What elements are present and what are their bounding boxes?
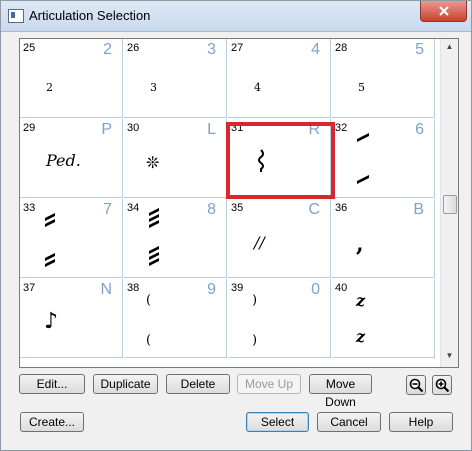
articulation-cell-27[interactable]: 27 4 4 [228, 39, 331, 118]
cell-shortcut-key: 7 [103, 201, 112, 218]
tremolo-triple-symbol [149, 208, 159, 266]
delete-button[interactable]: Delete [166, 374, 230, 394]
articulation-symbol: 4 [254, 81, 261, 94]
cell-shortcut-key: P [101, 121, 112, 138]
articulation-symbol: 5 [358, 81, 365, 94]
articulation-cell-39[interactable]: 39 0 ) ) [228, 279, 331, 358]
cell-number: 35 [231, 202, 244, 214]
close-paren-symbol: ) [252, 293, 258, 308]
zoom-out-icon [409, 378, 424, 393]
cell-number: 32 [335, 122, 348, 134]
cell-shortcut-key: 4 [311, 41, 320, 58]
tremolo-single-symbol [357, 133, 369, 184]
move-down-button[interactable]: Move Down [309, 374, 372, 409]
cell-shortcut-key: 3 [207, 41, 216, 58]
cell-shortcut-key: 5 [415, 41, 424, 58]
cell-shortcut-key: 2 [103, 41, 112, 58]
articulation-cell-32[interactable]: 32 6 [332, 119, 435, 198]
cell-number: 38 [127, 282, 140, 294]
articulation-cell-35[interactable]: 35 C // [228, 199, 331, 278]
articulation-selection-dialog: Articulation Selection 25 2 2 26 3 3 27 … [0, 0, 472, 451]
pedal-symbol: Ped. [46, 151, 81, 170]
articulation-cell-33[interactable]: 33 7 [20, 199, 123, 278]
cell-shortcut-key: C [308, 201, 320, 218]
scrollbar-thumb[interactable] [443, 195, 457, 214]
close-icon [438, 6, 449, 16]
cell-number: 29 [23, 122, 36, 134]
open-paren-symbol: ( [146, 293, 152, 308]
close-paren-symbol: ) [252, 333, 258, 348]
articulation-symbol: 3 [150, 81, 157, 94]
cell-shortcut-key: B [413, 201, 424, 218]
articulation-cell-30[interactable]: 30 L ❊ [124, 119, 227, 198]
cell-number: 36 [335, 202, 348, 214]
articulation-cell-38[interactable]: 38 9 ( ( [124, 279, 227, 358]
close-button[interactable] [420, 1, 467, 22]
window-title: Articulation Selection [29, 8, 151, 23]
cell-shortcut-key: N [100, 281, 112, 298]
pedal-release-symbol: ❊ [146, 153, 160, 172]
duplicate-button[interactable]: Duplicate [93, 374, 158, 394]
breath-mark-symbol: , [356, 231, 364, 257]
select-button[interactable]: Select [246, 412, 309, 432]
articulation-grid: 25 2 2 26 3 3 27 4 4 28 5 5 29 P Ped. 30… [20, 39, 440, 367]
edit-button[interactable]: Edit... [19, 374, 85, 394]
zoom-out-button[interactable] [406, 375, 426, 395]
scroll-up-arrow-icon[interactable]: ▲ [443, 42, 456, 54]
cell-shortcut-key: 9 [207, 281, 216, 298]
articulation-grid-frame: 25 2 2 26 3 3 27 4 4 28 5 5 29 P Ped. 30… [19, 38, 459, 368]
articulation-cell-37[interactable]: 37 N ♪ [20, 279, 123, 358]
grace-note-symbol: ♪ [44, 309, 59, 334]
articulation-cell-40[interactable]: 40 z z [332, 279, 435, 358]
cell-number: 33 [23, 202, 36, 214]
move-up-button[interactable]: Move Up [237, 374, 301, 394]
cell-number: 40 [335, 282, 348, 294]
articulation-cell-34[interactable]: 34 8 [124, 199, 227, 278]
tremolo-double-symbol [45, 213, 55, 267]
articulation-symbol: 2 [46, 81, 53, 94]
scroll-down-arrow-icon[interactable]: ▼ [443, 351, 456, 363]
cell-number: 37 [23, 282, 36, 294]
zoom-in-button[interactable] [432, 375, 452, 395]
cell-number: 30 [127, 122, 140, 134]
buzz-roll-symbol: z [356, 327, 366, 346]
cell-number: 27 [231, 42, 244, 54]
cell-shortcut-key: 6 [415, 121, 424, 138]
articulation-cell-36[interactable]: 36 B , [332, 199, 435, 278]
cell-shortcut-key: 8 [207, 201, 216, 218]
cell-number: 39 [231, 282, 244, 294]
cancel-button[interactable]: Cancel [317, 412, 381, 432]
cell-shortcut-key: L [207, 121, 216, 138]
open-paren-symbol: ( [146, 333, 152, 348]
articulation-cell-28[interactable]: 28 5 5 [332, 39, 435, 118]
cell-number: 34 [127, 202, 140, 214]
cell-shortcut-key: 0 [311, 281, 320, 298]
zoom-in-icon [435, 378, 450, 393]
cell-number: 26 [127, 42, 140, 54]
articulation-cell-26[interactable]: 26 3 3 [124, 39, 227, 118]
caesura-symbol: // [254, 233, 265, 252]
cell-number: 25 [23, 42, 36, 54]
help-button[interactable]: Help [389, 412, 453, 432]
cell-number: 28 [335, 42, 348, 54]
selected-cell-highlight [226, 122, 335, 199]
title-bar: Articulation Selection [1, 1, 471, 32]
create-button[interactable]: Create... [20, 412, 84, 432]
articulation-cell-25[interactable]: 25 2 2 [20, 39, 123, 118]
buzz-roll-symbol: z [356, 291, 366, 310]
articulation-cell-29[interactable]: 29 P Ped. [20, 119, 123, 198]
window-icon [8, 9, 24, 23]
vertical-scrollbar[interactable]: ▲ ▼ [440, 39, 458, 367]
